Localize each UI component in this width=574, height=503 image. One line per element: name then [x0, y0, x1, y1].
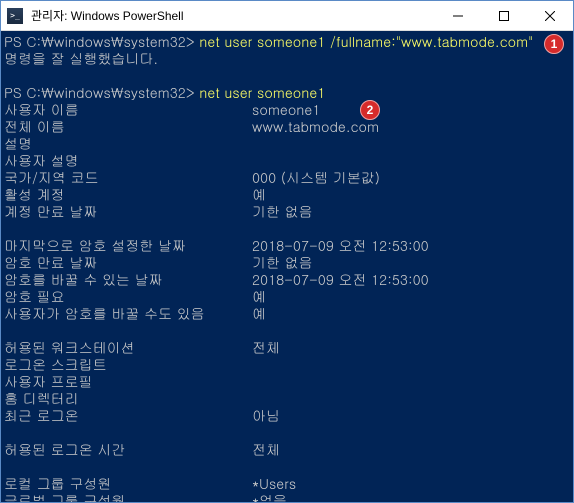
annotation-badge-1: 1	[544, 34, 564, 54]
label: 사용자가 암호를 바꿀 수도 있음	[4, 305, 252, 322]
value: 예	[252, 303, 266, 323]
terminal-output[interactable]: PS C:\windows\system32> net user someone…	[1, 31, 573, 502]
powershell-window: 관리자: Windows PowerShell PS C:\windows\sy…	[0, 0, 574, 503]
window-title: 관리자: Windows PowerShell	[29, 7, 435, 24]
maximize-button[interactable]	[481, 1, 527, 30]
value: 000 (시스템 기본값)	[252, 167, 380, 187]
value: *없음	[252, 490, 287, 502]
value: 전체	[252, 439, 280, 459]
value: 전체	[252, 337, 280, 357]
titlebar[interactable]: 관리자: Windows PowerShell	[1, 1, 573, 31]
label: 전체 이름	[4, 118, 252, 135]
value: 2018-07-09 오전 12:53:00	[252, 269, 429, 289]
value: www.tabmode.com	[252, 116, 379, 136]
minimize-button[interactable]	[435, 1, 481, 30]
value: 아님	[252, 405, 280, 425]
output-line: 명령을 잘 실행했습니다.	[4, 48, 158, 68]
annotation-badge-2: 2	[360, 100, 380, 120]
label: 계정 만료 날짜	[4, 203, 252, 220]
command-1: net user someone1 /fullname:"www.tabmode…	[199, 31, 533, 51]
label: 최근 로그온	[4, 407, 252, 424]
window-controls	[435, 1, 573, 30]
close-button[interactable]	[527, 1, 573, 30]
value: 기한 없음	[252, 201, 313, 221]
label: 글로벌 그룹 구성원	[4, 492, 252, 502]
ps-icon	[1, 8, 29, 24]
label: 허용된 로그온 시간	[4, 441, 252, 458]
